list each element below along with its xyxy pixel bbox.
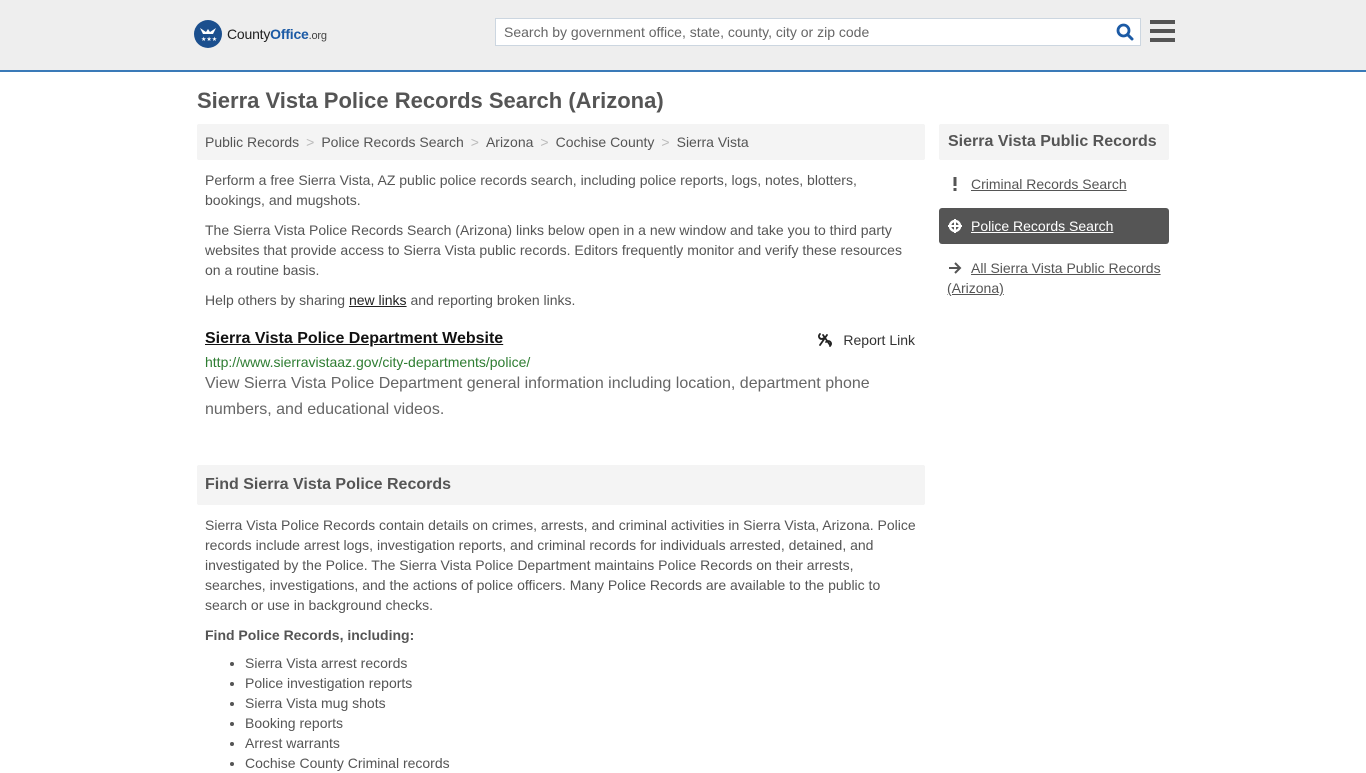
result-item: Sierra Vista Police Department Website R… <box>197 330 925 423</box>
disclaimer-paragraph: The Sierra Vista Police Records Search (… <box>205 222 902 278</box>
records-list: Sierra Vista arrest records Police inves… <box>197 653 925 773</box>
logo-text: CountyOffice.org <box>227 26 327 42</box>
svg-text:★★★: ★★★ <box>201 36 217 43</box>
breadcrumb-separator: > <box>306 134 315 150</box>
find-records-heading: Find Sierra Vista Police Records <box>197 465 925 505</box>
hamburger-menu-icon[interactable] <box>1150 20 1175 42</box>
breadcrumb-separator: > <box>540 134 549 150</box>
breadcrumb-separator: > <box>661 134 670 150</box>
sidebar-item-criminal-records[interactable]: Criminal Records Search <box>939 166 1169 202</box>
list-item: Arrest warrants <box>245 733 925 753</box>
breadcrumb-police-records-search[interactable]: Police Records Search <box>321 134 463 150</box>
exclamation-icon <box>947 174 963 194</box>
arrow-right-icon <box>947 258 963 278</box>
list-item: Sierra Vista arrest records <box>245 653 925 673</box>
page-title: Sierra Vista Police Records Search (Ariz… <box>197 88 664 113</box>
breadcrumb-sierra-vista[interactable]: Sierra Vista <box>677 134 749 150</box>
search-icon <box>1116 23 1134 41</box>
broken-link-icon <box>818 333 833 347</box>
breadcrumb-cochise-county[interactable]: Cochise County <box>556 134 655 150</box>
list-item: Police investigation reports <box>245 673 925 693</box>
result-url: http://www.sierravistaaz.gov/city-depart… <box>205 354 531 370</box>
search-button[interactable] <box>1110 18 1140 46</box>
sidebar-heading: Sierra Vista Public Records <box>939 124 1169 160</box>
breadcrumb-public-records[interactable]: Public Records <box>205 134 299 150</box>
find-records-body: Sierra Vista Police Records contain deta… <box>205 517 916 613</box>
breadcrumb-arizona[interactable]: Arizona <box>486 134 533 150</box>
result-title-link[interactable]: Sierra Vista Police Department Website <box>205 330 503 348</box>
list-item: Sierra Vista mug shots <box>245 693 925 713</box>
help-paragraph: Help others by sharing new links and rep… <box>205 292 576 308</box>
main-content: Public Records > Police Records Search >… <box>197 124 925 773</box>
search-input[interactable] <box>496 24 1110 40</box>
breadcrumb: Public Records > Police Records Search >… <box>197 124 925 160</box>
breadcrumb-separator: > <box>470 134 479 150</box>
report-link-button[interactable]: Report Link <box>817 332 915 348</box>
eagle-badge-icon: ★★★ <box>194 20 222 48</box>
list-item: Booking reports <box>245 713 925 733</box>
new-links-link[interactable]: new links <box>349 292 407 308</box>
sidebar-item-police-records[interactable]: Police Records Search <box>939 208 1169 244</box>
find-records-subheading: Find Police Records, including: <box>205 627 415 643</box>
sidebar: Sierra Vista Public Records Criminal Rec… <box>939 124 1169 306</box>
search-box <box>495 18 1141 46</box>
sidebar-item-all-public-records[interactable]: All Sierra Vista Public Records (Arizona… <box>939 250 1169 306</box>
site-logo[interactable]: ★★★ CountyOffice.org <box>194 20 327 48</box>
crosshair-icon <box>947 216 963 236</box>
result-description: View Sierra Vista Police Department gene… <box>205 375 870 418</box>
list-item: Cochise County Criminal records <box>245 753 925 773</box>
intro-paragraph: Perform a free Sierra Vista, AZ public p… <box>205 172 857 208</box>
site-header: ★★★ CountyOffice.org <box>0 0 1366 72</box>
